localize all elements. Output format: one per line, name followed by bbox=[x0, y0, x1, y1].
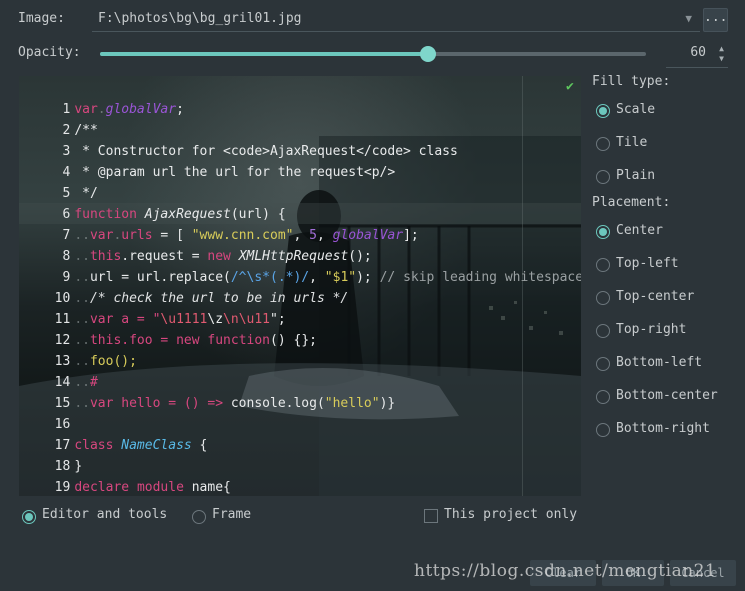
code-line: 15 ..var hello = () => console.log("hello… bbox=[54, 396, 396, 411]
radio-bottom-right-label: Bottom-right bbox=[616, 421, 710, 436]
editor-preview: ✔ 1 var.globalVar; 2/** 3 * Constructor f… bbox=[19, 76, 581, 496]
project-only-label: This project only bbox=[444, 507, 578, 522]
code-line: 12 ..this.foo = new function() {}; bbox=[54, 333, 317, 348]
radio-editor-and-tools-label: Editor and tools bbox=[42, 507, 168, 522]
code-line: 2/** bbox=[62, 123, 98, 138]
radio-tile[interactable] bbox=[596, 137, 610, 151]
radio-frame[interactable] bbox=[192, 510, 206, 524]
code-line: 16 bbox=[54, 417, 71, 432]
code-line: 13 ..foo(); bbox=[54, 354, 137, 369]
radio-bottom-right[interactable] bbox=[596, 423, 610, 437]
code-line: 4 * @param url the url for the request<p… bbox=[62, 165, 396, 180]
code-line: 19 declare module name{ bbox=[54, 480, 231, 495]
code-line: 14 ..# bbox=[54, 375, 98, 390]
radio-plain-label: Plain bbox=[616, 168, 656, 183]
code-line: 8 ..this.request = new XMLHttpRequest(); bbox=[62, 249, 372, 264]
radio-top-right[interactable] bbox=[596, 324, 610, 338]
code-line: 3 * Constructor for <code>AjaxRequest</c… bbox=[62, 144, 458, 159]
code-line: 9 ..url = url.replace(/^\s*(.*)/, "$1"); … bbox=[62, 270, 581, 285]
placement-label: Placement: bbox=[592, 195, 671, 210]
radio-center[interactable] bbox=[596, 225, 610, 239]
radio-bottom-center[interactable] bbox=[596, 390, 610, 404]
image-label: Image: bbox=[18, 11, 65, 26]
code-line: 1 var.globalVar; bbox=[62, 102, 184, 117]
radio-tile-label: Tile bbox=[616, 135, 648, 150]
radio-top-left-label: Top-left bbox=[616, 256, 679, 271]
radio-bottom-center-label: Bottom-center bbox=[616, 388, 718, 403]
radio-plain[interactable] bbox=[596, 170, 610, 184]
radio-editor-and-tools[interactable] bbox=[22, 510, 36, 524]
watermark-text: https://blog.csdn.net/mengtian21 bbox=[414, 561, 717, 581]
opacity-slider[interactable] bbox=[100, 46, 646, 62]
code-line: 17 class NameClass { bbox=[54, 438, 208, 453]
code-line: 10 ../* check the url to be in urls */ bbox=[54, 291, 349, 306]
code-line: 20} bbox=[19, 477, 82, 496]
radio-scale-label: Scale bbox=[616, 102, 656, 117]
slider-fill bbox=[100, 52, 428, 56]
radio-bottom-left[interactable] bbox=[596, 357, 610, 371]
radio-scale[interactable] bbox=[596, 104, 610, 118]
browse-button[interactable]: ... bbox=[703, 8, 728, 32]
radio-top-center-label: Top-center bbox=[616, 289, 695, 304]
slider-thumb[interactable] bbox=[420, 46, 436, 62]
radio-bottom-left-label: Bottom-left bbox=[616, 355, 703, 370]
image-path-value: F:\photos\bg\bg_gril01.jpg bbox=[98, 11, 302, 26]
checkmark-icon: ✔ bbox=[566, 79, 574, 94]
opacity-label: Opacity: bbox=[18, 45, 81, 60]
chevron-down-icon[interactable]: ▼ bbox=[685, 12, 692, 25]
spinner-up-icon[interactable]: ▲ bbox=[719, 45, 724, 53]
fill-type-label: Fill type: bbox=[592, 74, 671, 89]
radio-center-label: Center bbox=[616, 223, 663, 238]
radio-top-left[interactable] bbox=[596, 258, 610, 272]
opacity-value: 60 bbox=[690, 45, 706, 60]
radio-top-right-label: Top-right bbox=[616, 322, 687, 337]
code-line: 7 ..var.urls = [ "www.cnn.com", 5, global… bbox=[62, 228, 419, 243]
opacity-spinner[interactable]: 60 ▲ ▼ bbox=[666, 40, 728, 68]
code-line: 6 function AjaxRequest(url) { bbox=[62, 207, 286, 222]
browse-button-label: ... bbox=[704, 10, 728, 25]
spinner-down-icon[interactable]: ▼ bbox=[719, 55, 724, 63]
radio-top-center[interactable] bbox=[596, 291, 610, 305]
code-line: 11 ..var a = "\u1111\z\n\u11"; bbox=[54, 312, 286, 327]
code-line: 18} bbox=[54, 459, 83, 474]
code-line: 5 */ bbox=[62, 186, 98, 201]
image-path-combobox[interactable]: F:\photos\bg\bg_gril01.jpg ▼ bbox=[92, 8, 700, 32]
radio-frame-label: Frame bbox=[212, 507, 252, 522]
project-only-checkbox[interactable] bbox=[424, 509, 438, 523]
